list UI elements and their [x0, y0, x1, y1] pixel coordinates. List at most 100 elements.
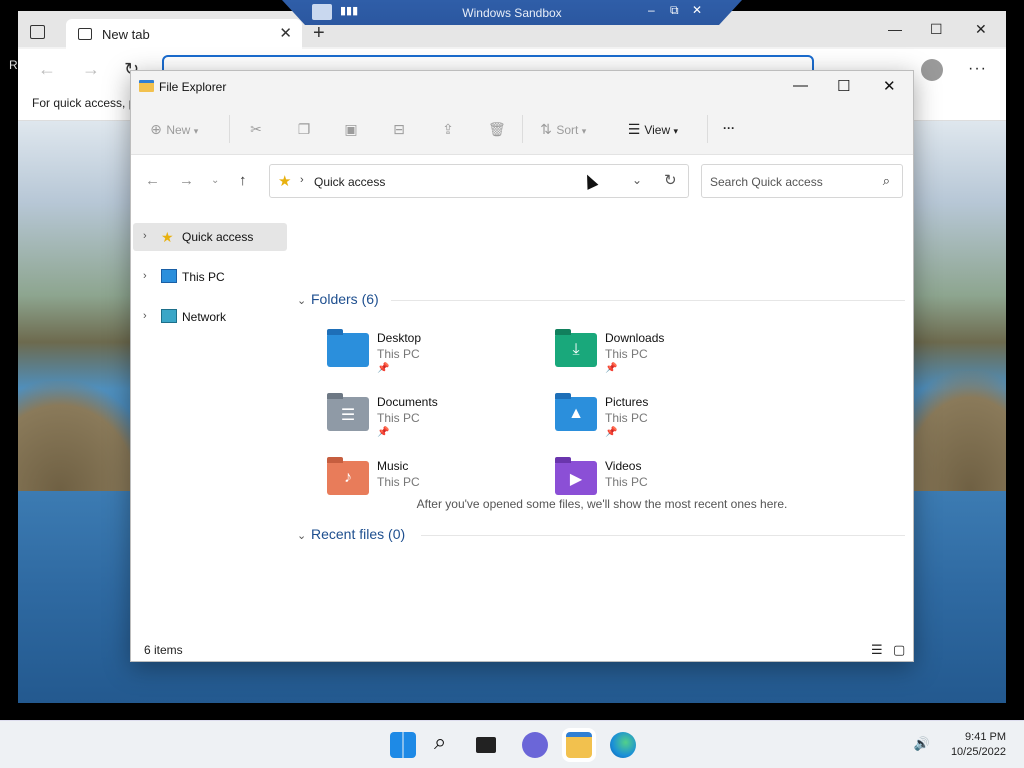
folder-icon [139, 80, 154, 92]
recent-files-section-header[interactable]: ⌄ Recent files (0) [297, 526, 405, 542]
view-button[interactable]: ☰ View ▾ [627, 121, 678, 138]
sandbox-restore-button[interactable]: ⧉ [670, 3, 679, 18]
folder-location: This PC [605, 411, 648, 425]
search-icon[interactable]: ⌕ [434, 729, 460, 755]
divider [522, 115, 523, 143]
up-arrow-icon[interactable]: ↑ [239, 172, 247, 189]
search-icon: ⌕ [882, 173, 890, 188]
divider [229, 115, 230, 143]
explorer-maximize-button[interactable]: ☐ [837, 77, 850, 95]
scissors-icon: ✂ [250, 121, 262, 137]
sidebar-item-network[interactable]: › Network [133, 303, 287, 331]
new-tab-button[interactable]: + [313, 22, 325, 45]
share-button[interactable]: ⇪ [441, 121, 455, 138]
forward-arrow-icon[interactable]: → [82, 59, 100, 80]
clock[interactable]: 9:41 PM 10/25/2022 [951, 730, 1006, 760]
item-count: 6 items [144, 643, 183, 657]
recent-header-label: Recent files (0) [311, 526, 406, 542]
sidebar-item-this-pc[interactable]: › This PC [133, 263, 287, 291]
star-icon: ★ [278, 173, 292, 190]
details-view-icon[interactable]: ☰ [871, 642, 883, 658]
start-icon[interactable] [390, 732, 416, 758]
documents-folder-icon: ☰ [327, 393, 369, 431]
chevron-right-icon[interactable]: › [143, 270, 147, 282]
rename-button[interactable]: ⊟ [392, 121, 406, 138]
folders-section-header[interactable]: ⌄ Folders (6) [297, 291, 379, 307]
address-dropdown-icon[interactable]: ⌄ [632, 173, 642, 187]
tab-label: New tab [102, 27, 150, 42]
folder-desktop[interactable]: Desktop This PC 📌 [327, 329, 547, 387]
left-edge-text: R [9, 58, 18, 72]
trash-icon: 🗑 [488, 121, 506, 137]
file-explorer-icon[interactable] [566, 732, 592, 758]
cut-button[interactable]: ✂ [249, 121, 263, 138]
clipboard-icon: ▣ [344, 121, 358, 137]
tab-new-tab[interactable]: New tab ✕ [66, 19, 302, 49]
more-options-button[interactable]: ··· [723, 121, 735, 135]
favorites-bar-text: For quick access, p [32, 96, 136, 110]
edge-icon[interactable] [610, 732, 636, 758]
taskbar: ⌕ 🔊 9:41 PM 10/25/2022 [0, 720, 1024, 768]
command-bar: ⊕ New ▾ ✂ ❐ ▣ ⊟ ⇪ 🗑 ⇅ Sort ▾ ☰ View ▾ ··… [131, 103, 913, 155]
volume-icon[interactable]: 🔊 [914, 736, 930, 752]
explorer-title: File Explorer [159, 80, 227, 94]
navigation-row: ← → ⌄ ↑ ★ › Quick access ⌄ ↻ Search Quic… [131, 155, 913, 207]
browser-minimize-button[interactable]: — [888, 21, 902, 37]
browser-menu-button[interactable]: ··· [968, 60, 987, 78]
back-arrow-icon[interactable]: ← [38, 59, 56, 80]
folder-name: Music [377, 459, 409, 473]
explorer-close-button[interactable]: ✕ [883, 77, 896, 95]
paste-button[interactable]: ▣ [344, 121, 358, 138]
tab-close-button[interactable]: ✕ [279, 24, 292, 42]
screen: ▮▮▮ Windows Sandbox – ⧉ ✕ New tab ✕ + — … [0, 0, 1024, 768]
explorer-minimize-button[interactable]: — [793, 77, 808, 94]
delete-button[interactable]: 🗑 [488, 121, 506, 138]
copy-button[interactable]: ❐ [297, 121, 311, 138]
forward-arrow-icon[interactable]: → [179, 172, 194, 189]
folder-location: This PC [377, 347, 420, 361]
sandbox-minimize-button[interactable]: – [648, 3, 655, 17]
sandbox-close-button[interactable]: ✕ [692, 3, 702, 17]
chevron-right-icon[interactable]: › [143, 310, 147, 322]
folder-downloads[interactable]: ⤓ Downloads This PC 📌 [555, 329, 775, 387]
sort-label: Sort [556, 123, 579, 137]
sandbox-title-bar[interactable]: ▮▮▮ Windows Sandbox – ⧉ ✕ [282, 0, 742, 25]
clock-date: 10/25/2022 [950, 746, 1006, 758]
task-view-icon[interactable] [476, 737, 496, 753]
copy-icon: ❐ [297, 121, 311, 137]
chevron-right-icon: › [300, 174, 304, 186]
content-pane: ⌄ Folders (6) Desktop This PC 📌 ⤓ Downloa… [291, 207, 913, 647]
refresh-icon[interactable]: ↻ [664, 171, 677, 189]
folder-name: Pictures [605, 395, 649, 409]
sidebar-item-label: Network [182, 310, 227, 324]
chevron-down-icon: ▾ [193, 126, 199, 136]
divider [707, 115, 708, 143]
folder-name: Documents [377, 395, 438, 409]
folder-documents[interactable]: ☰ Documents This PC 📌 [327, 393, 547, 451]
profile-avatar-icon[interactable] [921, 59, 943, 81]
view-list-icon: ☰ [627, 121, 641, 137]
videos-folder-icon: ▶ [555, 457, 597, 495]
tab-actions-icon[interactable] [30, 25, 45, 39]
pictures-folder-icon: ▲ [555, 393, 597, 431]
new-button[interactable]: ⊕ New ▾ [149, 121, 198, 138]
desktop-folder-icon [327, 329, 369, 367]
recent-locations-chevron-icon[interactable]: ⌄ [211, 175, 219, 186]
browser-maximize-button[interactable]: ☐ [930, 21, 943, 38]
network-icon [161, 309, 177, 323]
explorer-address-bar[interactable]: ★ › Quick access ⌄ ↻ [269, 164, 689, 198]
explorer-title-bar[interactable]: File Explorer — ☐ ✕ [131, 71, 913, 103]
back-arrow-icon[interactable]: ← [145, 172, 160, 189]
chat-icon[interactable] [522, 732, 548, 758]
folder-pictures[interactable]: ▲ Pictures This PC 📌 [555, 393, 775, 451]
folder-location: This PC [605, 475, 648, 489]
large-icons-view-icon[interactable]: ▢ [893, 642, 905, 658]
tab-page-icon [78, 28, 92, 40]
breadcrumb[interactable]: Quick access [314, 175, 385, 189]
chevron-right-icon[interactable]: › [143, 230, 147, 242]
browser-close-button[interactable]: ✕ [975, 21, 987, 38]
sidebar-item-quick-access[interactable]: › ★ Quick access [133, 223, 287, 251]
sort-button[interactable]: ⇅ Sort ▾ [539, 121, 586, 138]
sidebar-item-label: Quick access [182, 230, 254, 244]
search-input[interactable]: Search Quick access ⌕ [701, 164, 903, 198]
